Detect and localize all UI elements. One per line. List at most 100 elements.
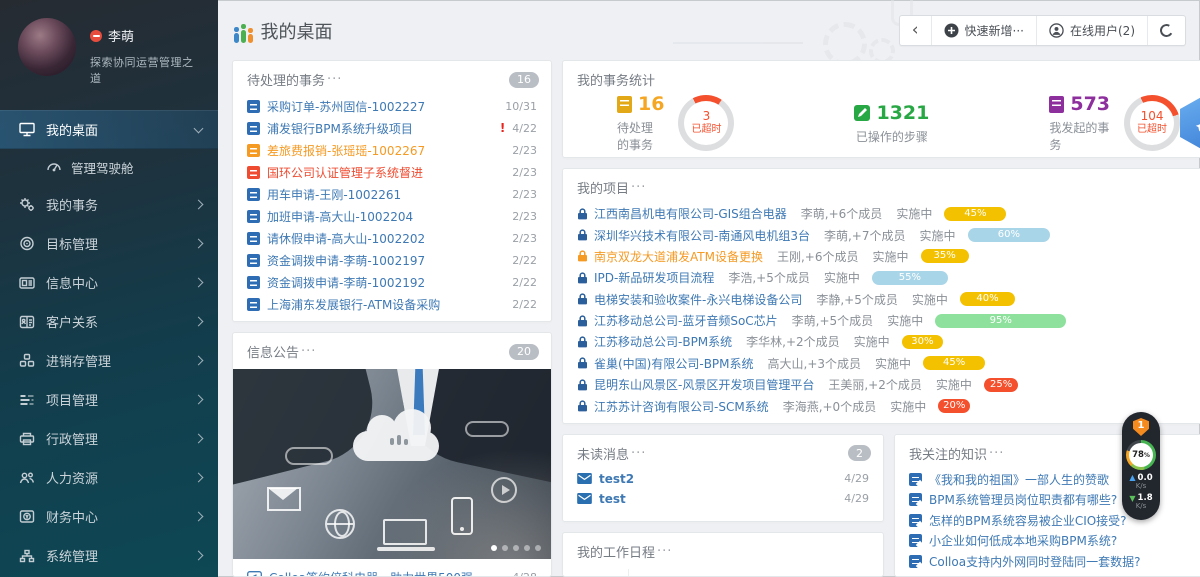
task-list-item[interactable]: 采购订单-苏州固信-1002227 10/31 <box>233 95 551 117</box>
carousel-dot[interactable] <box>502 545 508 551</box>
project-members: 李华林,+2个成员 <box>746 333 840 350</box>
project-list-item[interactable]: 江西南昌机电有限公司-GIS组合电器 李萌,+6个成员 实施中 45% <box>563 203 1200 224</box>
project-list-item[interactable]: 电梯安装和验收案件-永兴电梯设备公司 李静,+5个成员 实施中 40% <box>563 289 1200 310</box>
task-list-item[interactable]: 请休假申请-高大山-1002202 2/23 <box>233 227 551 249</box>
sidebar-item-goal-mgmt[interactable]: 目标管理 <box>0 224 218 263</box>
colloa-logo-icon <box>234 22 253 44</box>
project-list-item[interactable]: IPD-新品研发项目流程 李浩,+5个成员 实施中 55% <box>563 267 1200 288</box>
security-speed-widget[interactable]: 1 78% ▲0.0 K/s ▼1.8 K/s <box>1122 412 1160 520</box>
app-badge[interactable] <box>1180 95 1200 151</box>
project-members: 李静,+5个成员 <box>816 291 898 308</box>
sidebar-item-finance[interactable]: 财务中心 <box>0 497 218 536</box>
sidebar-item-inventory[interactable]: 进销存管理 <box>0 341 218 380</box>
progress-track: 40% <box>960 292 1098 306</box>
task-list-item[interactable]: 差旅费报销-张瑶瑶-1002267 2/23 <box>233 139 551 161</box>
stat-initiated[interactable]: 573 我发起的事务 <box>1049 93 1110 153</box>
sidebar-item-my-affairs[interactable]: 我的事务 <box>0 185 218 224</box>
sidebar-item-my-desktop[interactable]: 我的桌面 <box>0 110 218 149</box>
panel-title: 我的事务统计 <box>577 70 655 89</box>
refresh-icon <box>1159 23 1175 39</box>
projects-panel: 我的项目 ··· 23 江西南昌机电有限公司-GIS组合电器 <box>562 168 1200 424</box>
more-dots[interactable]: ··· <box>989 446 1004 461</box>
stat-operated[interactable]: 1321 已操作的步骤 <box>854 102 929 145</box>
sidebar-item-project-mgmt[interactable]: 项目管理 <box>0 380 218 419</box>
user-name: 李萌 <box>108 26 134 45</box>
inventory-icon <box>18 353 35 369</box>
task-list-item[interactable]: 上海浦东发展银行-ATM设备采购 2/22 <box>233 293 551 315</box>
message-list-item[interactable]: test 4/29 <box>563 489 883 509</box>
panel-title: 我的项目 <box>577 178 629 197</box>
announcement-carousel-image[interactable] <box>233 369 551 559</box>
sidebar: 李萌 探索协同运营管理之道 我的桌面 管理驾驶舱 我的事务 目 <box>0 0 218 577</box>
megaphone-icon <box>247 571 262 577</box>
project-members: 李萌,+5个成员 <box>792 312 874 329</box>
sidebar-item-cockpit[interactable]: 管理驾驶舱 <box>0 149 218 185</box>
project-list-item[interactable]: 深圳华兴技术有限公司-南通风电机组3台 李萌,+7个成员 实施中 60% <box>563 224 1200 245</box>
project-status: 实施中 <box>919 227 955 244</box>
sidebar-item-info-center[interactable]: 信息中心 <box>0 263 218 302</box>
task-list-item[interactable]: 用车申请-王刚-1002261 2/23 <box>233 183 551 205</box>
sidebar-item-system-mgmt[interactable]: 系统管理 <box>0 536 218 575</box>
progress-track: 60% <box>968 228 1106 242</box>
chevron-right-icon <box>194 551 204 561</box>
project-status: 实施中 <box>887 312 923 329</box>
refresh-button[interactable] <box>1147 16 1185 45</box>
project-status: 实施中 <box>912 291 948 308</box>
project-members: 王美丽,+2个成员 <box>828 376 922 393</box>
bird-hexagon-icon <box>1180 95 1200 151</box>
task-list-item[interactable]: 国环公司认证管理子系统督进 2/23 <box>233 161 551 183</box>
project-list-item[interactable]: 江苏苏计咨询有限公司-SCM系统 李海燕,+0个成员 实施中 20% <box>563 395 1200 416</box>
more-dots[interactable]: ··· <box>301 344 316 359</box>
pending-tasks-list: 采购订单-苏州固信-1002227 10/31 浦发银行BPM系统升级项目 ! … <box>233 95 551 315</box>
project-status: 实施中 <box>890 398 926 415</box>
knowledge-list-item[interactable]: 推动十二五发展建设新闻稿 5 <box>895 572 1200 577</box>
task-list-item[interactable]: 浦发银行BPM系统升级项目 ! 4/22 <box>233 117 551 139</box>
carousel-dot[interactable] <box>513 545 519 551</box>
announcement-list-item[interactable]: Colloa签约倍科电器，助力世界500强 4/28 <box>233 565 551 577</box>
project-list-item[interactable]: 雀巢(中国)有限公司-BPM系统 高大山,+3个成员 实施中 45% <box>563 353 1200 374</box>
message-list-item[interactable]: test2 4/29 <box>563 469 883 489</box>
more-dots[interactable]: ··· <box>631 446 646 461</box>
lock-icon <box>577 293 588 305</box>
more-dots[interactable]: ··· <box>631 180 646 195</box>
task-date: 4/22 <box>512 122 537 135</box>
knowledge-list-item[interactable]: Colloa支持内外网同时登陆同一套数据? 1 <box>895 551 1200 572</box>
user-circle-icon <box>1049 23 1064 38</box>
message-date: 4/29 <box>844 472 869 485</box>
header-toolbar: ‹ 快速新增··· 在线用户(2) <box>899 15 1186 46</box>
task-date: 2/22 <box>512 298 537 311</box>
carousel-dot[interactable] <box>491 545 497 551</box>
carousel-dot[interactable] <box>535 545 541 551</box>
chevron-right-icon <box>194 200 204 210</box>
online-users-button[interactable]: 在线用户(2) <box>1036 16 1147 45</box>
task-list-item[interactable]: 加班申请-高大山-1002204 2/23 <box>233 205 551 227</box>
more-dots[interactable]: ··· <box>657 544 672 559</box>
task-date: 2/22 <box>512 276 537 289</box>
task-list-item[interactable]: 资金调拨申请-李萌-1002192 2/22 <box>233 271 551 293</box>
document-icon <box>247 254 260 267</box>
sidebar-item-admin-mgmt[interactable]: 行政管理 <box>0 419 218 458</box>
stat-pending[interactable]: 16 待处理的事务 <box>617 93 664 153</box>
carousel-dot[interactable] <box>524 545 530 551</box>
more-dots[interactable]: ··· <box>327 72 342 87</box>
schedule-empty-text: （没有设置工作日程） <box>629 569 883 577</box>
avatar[interactable] <box>18 18 76 76</box>
knowledge-list-item[interactable]: 小企业如何低成本地采购BPM系统? 3 <box>895 531 1200 552</box>
collapse-button[interactable]: ‹ <box>900 16 931 45</box>
sidebar-item-crm[interactable]: 客户关系 <box>0 302 218 341</box>
task-date: 2/23 <box>512 210 537 223</box>
sidebar-item-hr[interactable]: 人力资源 <box>0 458 218 497</box>
schedule-day-tab[interactable]: 今天 <box>563 569 628 577</box>
project-list-item[interactable]: 昆明东山风景区-风景区开发项目管理平台 王美丽,+2个成员 实施中 25% <box>563 374 1200 395</box>
project-list-item[interactable]: 南京双龙大道浦发ATM设备更换 王刚,+6个成员 实施中 35% <box>563 246 1200 267</box>
task-list-item[interactable]: 资金调拨申请-李萌-1002197 2/22 <box>233 249 551 271</box>
user-motto: 探索协同运营管理之道 <box>90 54 204 86</box>
project-list-item[interactable]: 江苏移动总公司-BPM系统 李华林,+2个成员 实施中 30% <box>563 331 1200 352</box>
progress-bar: 55% <box>872 271 948 285</box>
envelope-icon <box>577 473 592 484</box>
project-list-item[interactable]: 江苏移动总公司-蓝牙音频SoC芯片 李萌,+5个成员 实施中 95% <box>563 310 1200 331</box>
quick-add-button[interactable]: 快速新增··· <box>931 16 1036 45</box>
document-icon <box>247 144 260 157</box>
sidebar-menu: 我的桌面 管理驾驶舱 我的事务 目标管理 信息中心 <box>0 110 218 577</box>
progress-track: 20% <box>938 399 1076 413</box>
